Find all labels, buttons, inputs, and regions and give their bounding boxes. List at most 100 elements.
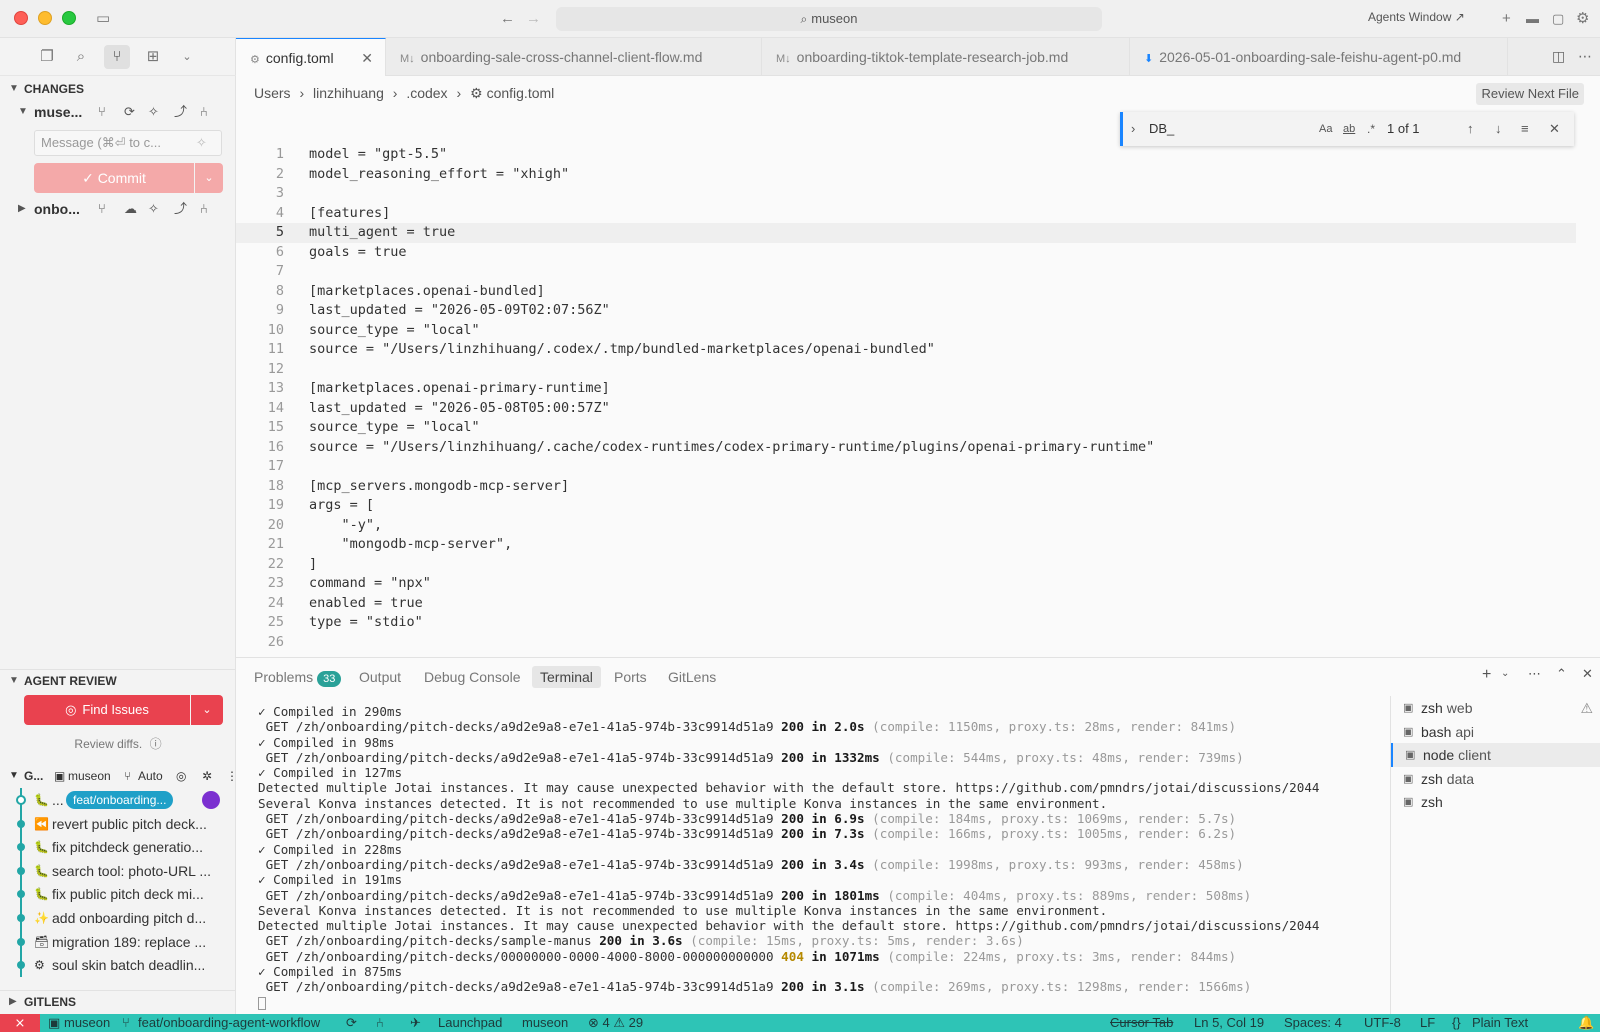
commit-graph-header[interactable]: ▼ G... ▣ museon ⑂ Auto ◎ ✲ ⋮ [0,765,238,787]
pull-request-icon[interactable]: ⤴ [174,197,187,221]
maximize-panel-icon[interactable]: ⌃ [1556,666,1567,682]
code-line[interactable]: 1 model = "gpt-5.5" [236,145,1576,165]
code-line[interactable]: 13 [marketplaces.openai-primary-runtime] [236,379,1576,399]
commit-graph-row[interactable]: 🐛 fix public pitch deck mi... [0,882,236,907]
commit-graph-row[interactable]: 🗃 migration 189: replace ... [0,929,236,954]
status-repo[interactable]: museon [64,1014,110,1032]
code-line[interactable]: 14 last_updated = "2026-05-08T05:00:57Z" [236,399,1576,419]
extensions-icon[interactable]: ⊞ [140,45,166,69]
terminal-instance[interactable]: ▣ node client [1391,743,1600,767]
code-line[interactable]: 16 source = "/Users/linzhihuang/.cache/co… [236,438,1576,458]
code-line[interactable]: 5 multi_agent = true [236,223,1576,243]
code-line[interactable]: 2 model_reasoning_effort = "xhigh" [236,165,1576,185]
command-center-search[interactable]: ⌕ museon [556,7,1102,31]
regex-toggle[interactable]: .* [1367,112,1375,146]
status-problems[interactable]: ⊗ 4 ⚠ 29 [588,1014,643,1032]
more-icon[interactable]: ⋯ [1528,666,1541,682]
commit-graph-row[interactable]: ⏪ revert public pitch deck... [0,811,236,836]
cloud-upload-icon[interactable]: ☁ [124,197,137,221]
chevron-down-icon[interactable]: ⌄ [174,45,200,69]
commit-graph-row[interactable]: 🐛 search tool: photo-URL ... [0,858,236,883]
tab-gitlens[interactable]: GitLens [660,666,724,688]
terminal-instance[interactable]: ▣ zsh web ⚠ [1391,696,1600,720]
close-icon[interactable]: ✕ [1582,666,1593,682]
code-line[interactable]: 22] [236,555,1576,575]
commit-graph-row[interactable]: 🐛... feat/onboarding... [0,788,236,812]
status-user[interactable]: museon [522,1014,568,1032]
commit-dropdown-button[interactable]: ⌄ [195,163,223,193]
find-issues-dropdown-button[interactable]: ⌄ [191,695,223,725]
branch-pill[interactable]: feat/onboarding... [66,791,174,809]
agent-review-section-header[interactable]: ▼ AGENT REVIEW [0,669,236,691]
commit-button[interactable]: ✓ Commit [34,163,194,193]
sparkle-icon[interactable]: ✧ [196,135,207,151]
terminal-instance[interactable]: ▣ zsh [1391,790,1600,814]
close-icon[interactable]: ✕ [1549,112,1560,146]
merge-icon[interactable]: ⑃ [200,100,208,124]
tab-config-toml[interactable]: ⚙ config.toml ✕ [236,38,386,76]
tab-debug-console[interactable]: Debug Console [416,666,529,688]
status-cursor-tab[interactable]: Cursor Tab [1110,1014,1173,1032]
tab-problems[interactable]: Problems 33 [246,666,349,688]
code-editor[interactable]: 1 model = "gpt-5.5" 2 model_reasoning_effor… [236,110,1600,658]
status-position[interactable]: Ln 5, Col 19 [1194,1014,1264,1032]
commit-graph-row[interactable]: ✨ add onboarding pitch d... [0,906,236,930]
source-control-icon[interactable]: ⑂ [104,45,130,69]
close-icon[interactable]: ✕ [361,39,373,76]
sync-icon[interactable]: ⟳ [124,100,135,124]
tab-tiktok-research-md[interactable]: M↓ onboarding-tiktok-template-research-jo… [762,38,1130,76]
repo-row-onboarding[interactable]: ▶ onbo... ⑂ ☁ ✧ ⤴ ⑃ [0,197,236,221]
changes-section-header[interactable]: ▼ CHANGES [0,78,236,100]
status-language[interactable]: Plain Text [1472,1014,1528,1032]
zoom-window-button[interactable] [62,11,76,25]
tab-output[interactable]: Output [351,666,409,688]
forward-arrow-icon[interactable]: → [526,9,541,29]
tab-feishu-agent-md[interactable]: ⬇ 2026-05-01-onboarding-sale-feishu-agent… [1130,38,1508,76]
code-line[interactable]: 21 "mongodb-mcp-server", [236,535,1576,555]
more-icon[interactable]: ⋯ [1578,48,1592,65]
code-line[interactable]: 3 [236,184,1576,204]
tab-client-flow-md[interactable]: M↓ onboarding-sale-cross-channel-client-f… [386,38,762,76]
gear-icon[interactable]: ⚙ [1576,9,1589,29]
code-line[interactable]: 18 [mcp_servers.mongodb-mcp-server] [236,477,1576,497]
gitlens-section-header[interactable]: ▶ GITLENS [0,990,236,1012]
agents-window-link[interactable]: Agents Window ↗ [1368,10,1465,24]
code-line[interactable]: 26 [236,633,1576,653]
review-next-file-button[interactable]: Review Next File [1476,83,1584,105]
remote-indicator[interactable]: ⨯ [0,1014,40,1032]
code-line[interactable]: 8 [marketplaces.openai-bundled] [236,282,1576,302]
code-line[interactable]: 7 [236,262,1576,282]
terminal-output[interactable]: ✓ Compiled in 290ms GET /zh/onboarding/p… [258,704,1358,1010]
terminal-instance[interactable]: ▣ zsh data [1391,767,1600,791]
chevron-right-icon[interactable]: › [1131,112,1135,146]
code-line[interactable]: 15 source_type = "local" [236,418,1576,438]
target-icon[interactable]: ◎ [176,765,186,787]
code-line[interactable]: 4 [features] [236,204,1576,224]
back-arrow-icon[interactable]: ← [500,9,515,29]
code-line[interactable]: 9 last_updated = "2026-05-09T02:07:56Z" [236,301,1576,321]
close-window-button[interactable] [14,11,28,25]
match-case-toggle[interactable]: Aa [1319,112,1332,146]
bug-icon[interactable]: ✲ [202,765,212,787]
branch-icon[interactable]: ⑂ [98,100,106,124]
explorer-icon[interactable]: ❐ [34,45,60,69]
branch-icon[interactable]: ⑂ [98,197,106,221]
minimize-window-button[interactable] [38,11,52,25]
code-line[interactable]: 10 source_type = "local" [236,321,1576,341]
commit-message-input[interactable]: Message (⌘⏎ to c... [34,130,222,156]
new-terminal-icon[interactable]: + [1482,666,1491,684]
split-editor-icon[interactable]: ◫ [1552,48,1565,65]
merge-icon[interactable]: ⑃ [376,1014,384,1032]
terminal-instance[interactable]: ▣ bash api [1391,720,1600,744]
commit-graph-row[interactable]: ⚙ soul skin batch deadlin... [0,953,236,978]
code-line[interactable]: 12 [236,360,1576,380]
arrow-up-icon[interactable]: ↑ [1467,112,1474,146]
match-word-toggle[interactable]: ab [1343,112,1355,146]
repo-row-museon[interactable]: ▼ muse... ⑂ ⟳ ✧ ⤴ ⑃ [0,100,236,124]
status-launchpad[interactable]: Launchpad [438,1014,502,1032]
plus-icon[interactable]: + [1502,9,1511,29]
chat-icon[interactable]: ▢ [1552,9,1564,29]
toggle-panel-icon[interactable]: ▬ [1526,9,1539,29]
code-line[interactable]: 23 command = "npx" [236,574,1576,594]
sparkle-icon[interactable]: ✧ [148,197,159,221]
